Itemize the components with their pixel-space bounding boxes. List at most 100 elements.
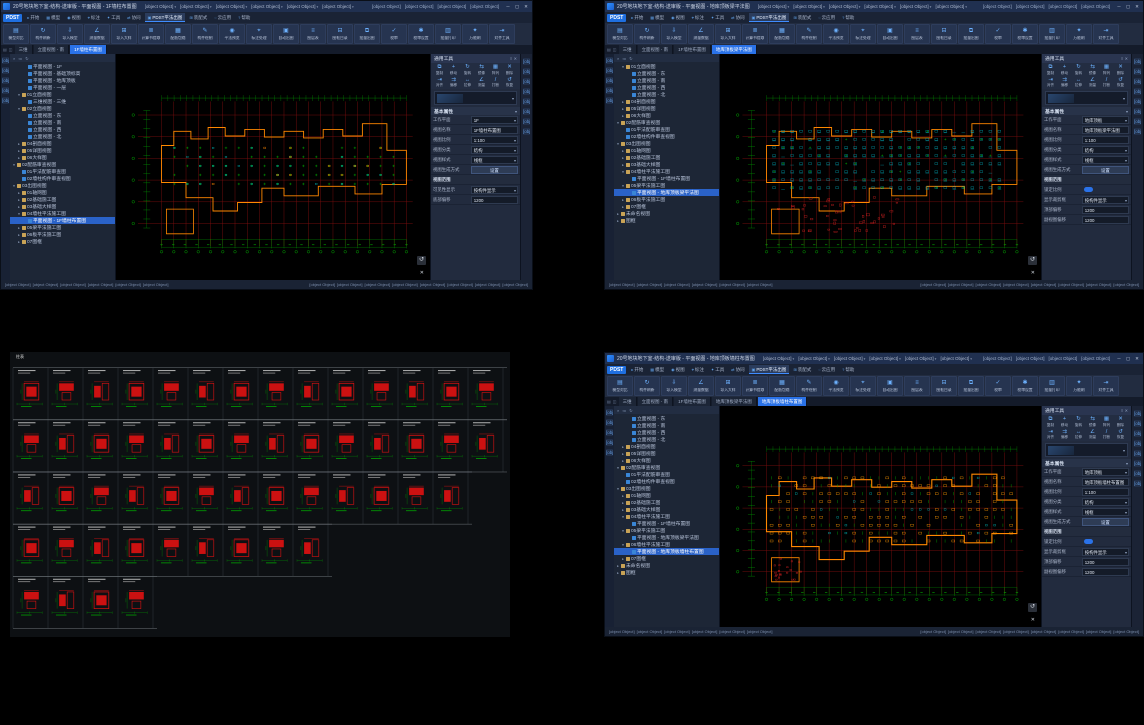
tree-item[interactable]: ▸06大样图 [10, 154, 115, 161]
view-tab[interactable]: 三维 [619, 397, 637, 406]
tool-button[interactable]: ∠测量 [475, 77, 488, 89]
panel-close-icon[interactable]: ✕ [1125, 56, 1128, 61]
view-tab[interactable]: 立面视图 - 南 [638, 45, 674, 54]
split-view-icon[interactable]: ◫ [613, 47, 617, 52]
filter-icon[interactable]: ≔ [18, 56, 22, 61]
side-tool-icon[interactable]: [object Object] [606, 57, 613, 64]
tree-expand-icon[interactable]: ▸ [621, 149, 625, 153]
view-tab[interactable]: 1F墙柱布置图 [70, 45, 107, 54]
tree-item[interactable]: ▾01立面视图 [10, 91, 115, 98]
tree-expand-icon[interactable]: ▸ [17, 198, 21, 202]
property-value[interactable]: 1200 [1082, 558, 1129, 566]
filter-icon[interactable]: ≔ [622, 408, 626, 413]
edge-tool-icon[interactable]: [object Object] [1134, 480, 1141, 487]
side-tool-icon[interactable]: [object Object] [606, 97, 613, 104]
tree-item[interactable]: 平面视图 - 地库顶板 [10, 77, 115, 84]
tree-item[interactable]: ▸07图框 [614, 203, 719, 210]
tool-button[interactable]: ↔拉伸 [461, 77, 474, 89]
tree-item[interactable]: 立面视图 - 东 [614, 415, 719, 422]
tree-item[interactable]: 立面视图 - 北 [10, 133, 115, 140]
titlebar-menu-item[interactable]: [object Object]▾ [940, 356, 972, 361]
tree-expand-icon[interactable]: ▸ [17, 156, 21, 160]
tree-item[interactable]: 立面视图 - 南 [614, 422, 719, 429]
ribbon-button[interactable]: ⧉批量出图 [958, 376, 984, 396]
ribbon-button[interactable]: ↻构件刷新 [634, 24, 660, 44]
status-icon[interactable]: [object Object] [948, 629, 974, 634]
tool-button[interactable]: ✕删除 [1114, 416, 1127, 428]
tree-item[interactable]: 立面视图 - 南 [614, 77, 719, 84]
ribbon-button[interactable]: ▥批量打印 [1039, 24, 1065, 44]
tree-item[interactable]: ▸02基础施工图 [614, 499, 719, 506]
ribbon-button[interactable]: ⇥对齐工具 [489, 24, 515, 44]
titlebar-right-item[interactable]: [object Object] [1048, 356, 1077, 361]
ribbon-button[interactable]: ⊟图框目录 [327, 24, 353, 44]
tree-item[interactable]: 02墙柱构件审查视图 [10, 175, 115, 182]
tree-item[interactable]: ▸05详图视图 [10, 147, 115, 154]
tree-expand-icon[interactable]: ▾ [621, 515, 625, 519]
tree-expand-icon[interactable]: ▸ [621, 508, 625, 512]
property-value[interactable]: 地库顶板 [1082, 116, 1129, 124]
tree-item[interactable]: ▸04剖面视图 [614, 98, 719, 105]
tree-expand-icon[interactable]: ▸ [621, 163, 625, 167]
view-tab[interactable]: 三维 [15, 45, 33, 54]
ribbon-button[interactable]: ⊟图框目录 [931, 24, 957, 44]
view-tab[interactable]: 地库顶板墙柱布置图 [758, 397, 808, 406]
property-row[interactable]: 视图生成方式设置 [1042, 517, 1131, 527]
ribbon-button[interactable]: ✓校审 [381, 24, 407, 44]
ribbon-button[interactable]: ⊟图框目录 [931, 376, 957, 396]
status-icon[interactable]: [object Object] [1058, 629, 1084, 634]
tree-expand-icon[interactable]: ▾ [17, 107, 21, 111]
titlebar-menu-item[interactable]: [object Object]▾ [829, 4, 861, 9]
status-icon[interactable]: [object Object] [747, 282, 773, 287]
property-row[interactable]: 视图分类结构 [1042, 497, 1131, 507]
property-row[interactable]: 视图生成方式设置 [431, 165, 520, 175]
split-view-icon[interactable]: ◫ [613, 399, 617, 404]
tool-button[interactable]: ↻旋转 [1072, 416, 1085, 428]
ribbon-button[interactable]: ◉平法预览 [823, 376, 849, 396]
tool-button[interactable]: ↔拉伸 [1072, 429, 1085, 441]
edge-tool-icon[interactable]: [object Object] [1134, 420, 1141, 427]
pdst-badge[interactable]: PDST [607, 366, 626, 374]
side-tool-icon[interactable]: [object Object] [606, 87, 613, 94]
property-value[interactable]: 结构 [471, 146, 518, 154]
tree-expand-icon[interactable]: ▸ [616, 219, 620, 223]
view-tab[interactable]: 立面视图 - 南 [34, 45, 70, 54]
property-value[interactable]: 1200 [1082, 568, 1129, 576]
tool-button[interactable]: ✕删除 [503, 64, 516, 76]
tree-item[interactable]: ▸01轴网图 [10, 189, 115, 196]
property-row[interactable]: 视图范围 [1042, 175, 1131, 185]
side-tool-icon[interactable]: [object Object] [606, 419, 613, 426]
tool-button[interactable]: +移动 [1058, 416, 1071, 428]
edge-tool-icon[interactable]: [object Object] [1134, 68, 1141, 75]
property-value[interactable]: 按构件显示 [1082, 548, 1129, 556]
status-icon[interactable]: [object Object] [719, 282, 745, 287]
ribbon-button[interactable]: ⇩导入模型 [57, 24, 83, 44]
titlebar-menu-item[interactable]: [object Object]▾ [869, 356, 901, 361]
tree-expand-icon[interactable]: ▾ [621, 184, 625, 188]
property-value[interactable]: 地库顶板梁平法图 [1082, 126, 1129, 134]
app-tab[interactable]: ✦工具 [708, 13, 727, 22]
tree-expand-icon[interactable]: ▸ [17, 226, 21, 230]
ribbon-button[interactable]: ⧉批量出图 [354, 24, 380, 44]
property-row[interactable]: 视图样式线框 [1042, 507, 1131, 517]
tool-button[interactable]: ⇥对齐 [1044, 77, 1057, 89]
status-icon[interactable]: [object Object] [1031, 629, 1057, 634]
property-row[interactable]: 视图比例1:100 [1042, 487, 1131, 497]
titlebar-menu-item[interactable]: [object Object]▾ [251, 4, 283, 9]
tool-button[interactable]: /打断 [489, 77, 502, 89]
ribbon-button[interactable]: ⌖标注处理 [246, 24, 272, 44]
status-icon[interactable]: [object Object] [976, 282, 1002, 287]
tree-item[interactable]: ▾02配筋审查视图 [10, 161, 115, 168]
menu-icon[interactable]: ≡ [510, 56, 512, 61]
tool-button[interactable]: ⇥对齐 [433, 77, 446, 89]
ribbon-button[interactable]: ▤模型对比 [607, 24, 633, 44]
property-value[interactable]: 线框 [1082, 156, 1129, 164]
refresh-icon[interactable]: ↻ [629, 56, 632, 61]
app-tab[interactable]: ▸开始 [24, 13, 42, 22]
tool-button[interactable]: ✕删除 [1114, 64, 1127, 76]
close-view-button[interactable]: ✕ [1031, 270, 1035, 276]
property-value[interactable]: 1200 [471, 196, 518, 204]
tree-item[interactable]: ▾01立面视图 [614, 63, 719, 70]
undo-view-button[interactable]: ↺ [417, 256, 426, 265]
status-icon[interactable]: [object Object] [447, 282, 473, 287]
